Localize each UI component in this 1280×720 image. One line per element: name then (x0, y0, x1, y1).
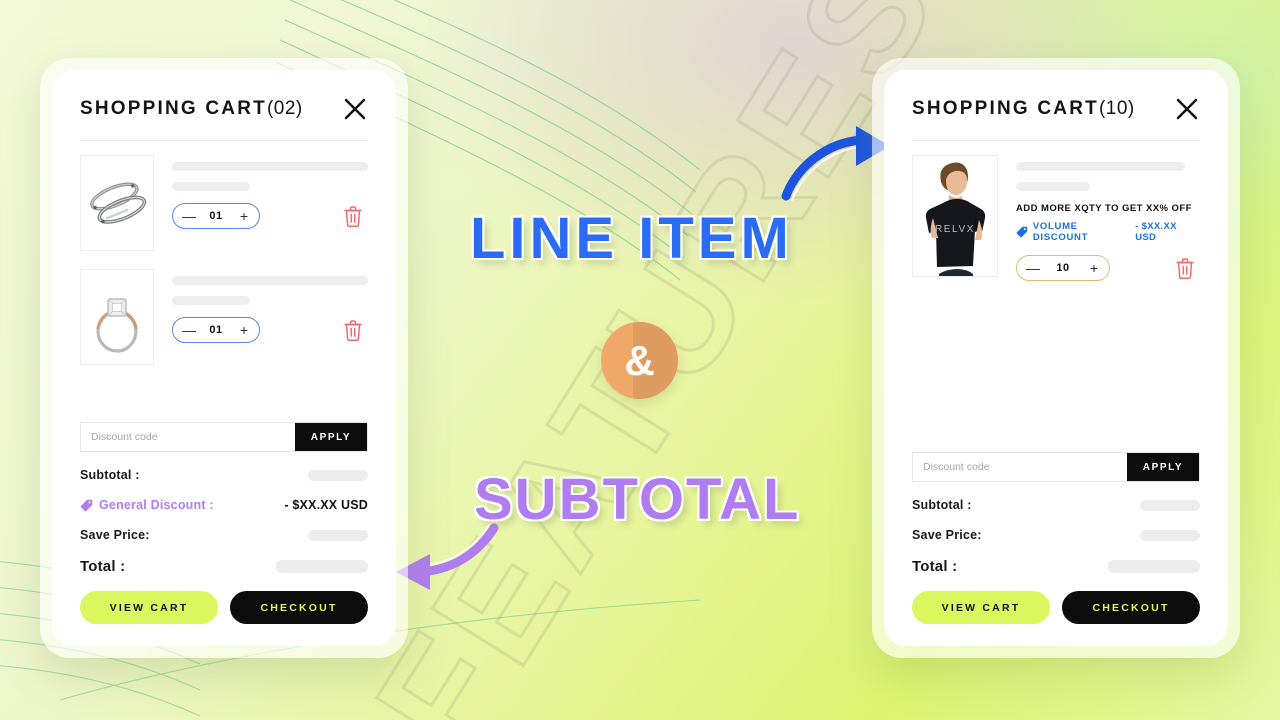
decrease-quantity-button[interactable]: — (1026, 261, 1040, 275)
product-title-placeholder (1016, 162, 1186, 171)
checkout-button[interactable]: CHECKOUT (1062, 591, 1200, 624)
trash-icon[interactable] (1176, 257, 1194, 279)
decrease-quantity-button[interactable]: — (182, 323, 196, 337)
right-title-text: SHOPPING CART (912, 98, 1099, 119)
subtotal-value-placeholder (308, 469, 368, 481)
product-variant-placeholder (172, 182, 251, 191)
product-variant-placeholder (172, 296, 251, 305)
general-discount-value: - $XX.XX USD (284, 498, 368, 512)
totals-row-subtotal: Subtotal : (80, 468, 368, 482)
quantity-value: 01 (209, 324, 223, 336)
totals-row-total: Total : (912, 558, 1200, 575)
discount-code-row: APPLY (912, 452, 1200, 482)
quantity-stepper[interactable]: — 01 + (172, 317, 260, 343)
left-card-header: SHOPPING CART(02) (64, 86, 384, 140)
subtotal-label: Subtotal : (80, 468, 140, 482)
callout-subtotal: SUBTOTAL (474, 467, 801, 532)
left-cart-footer: APPLY Subtotal : General Discount : - $X… (64, 422, 384, 634)
left-page-title: SHOPPING CART(02) (80, 98, 303, 120)
totals-row-save-price: Save Price: (80, 528, 368, 542)
trash-icon[interactable] (344, 319, 362, 341)
volume-discount-label: VOLUME DISCOUNT (1032, 221, 1089, 243)
totals-row-total: Total : (80, 558, 368, 575)
discount-code-input[interactable] (81, 423, 295, 451)
subtotal-label: Subtotal : (912, 498, 972, 512)
total-label: Total : (80, 558, 126, 575)
left-cart-card: SHOPPING CART(02) — 01 + — 01 + Discount… (40, 58, 408, 658)
product-thumbnail-tshirt-model[interactable]: RELVX (912, 155, 998, 277)
quantity-value: 10 (1056, 262, 1070, 274)
promo-canvas: FEATURES LINE ITEM SUBTOTAL & SHOPPING C… (0, 0, 1280, 720)
quantity-stepper[interactable]: — 10 + (1016, 255, 1110, 281)
right-cta-row: VIEW CART CHECKOUT (912, 591, 1200, 624)
ampersand-glyph: & (624, 336, 655, 384)
tag-icon (80, 499, 93, 511)
discount-code-row: APPLY (80, 422, 368, 452)
table-row: RELVX ADD MORE XQTY TO GET XX% OFF VOLUM… (912, 155, 1200, 281)
table-row: — 01 + (80, 269, 368, 365)
quantity-stepper[interactable]: — 01 + (172, 203, 260, 229)
right-item-count: (10) (1098, 98, 1135, 119)
volume-promo-text: ADD MORE XQTY TO GET XX% OFF (1016, 203, 1192, 214)
totals-row-save-price: Save Price: (912, 528, 1200, 542)
increase-quantity-button[interactable]: + (238, 323, 250, 337)
discount-code-input[interactable] (913, 453, 1127, 481)
right-cart-footer: APPLY Subtotal : Save Price: Total : VIE… (896, 452, 1216, 634)
close-icon[interactable] (1174, 96, 1200, 122)
checkout-button[interactable]: CHECKOUT (230, 591, 368, 624)
total-value-placeholder (1108, 560, 1200, 573)
view-cart-button[interactable]: VIEW CART (80, 591, 218, 624)
tag-icon (1016, 226, 1028, 238)
product-thumbnail-solitaire-ring[interactable] (80, 269, 154, 365)
save-price-value-placeholder (1140, 529, 1200, 541)
subtotal-value-placeholder (1140, 499, 1200, 511)
totals-row-subtotal: Subtotal : (912, 498, 1200, 512)
close-icon[interactable] (342, 96, 368, 122)
right-cart-card: SHOPPING CART(10) RELVX ADD MORE XQTY TO… (872, 58, 1240, 658)
volume-discount-amount: - $XX.XX USD (1135, 221, 1177, 243)
trash-icon[interactable] (344, 205, 362, 227)
left-title-text: SHOPPING CART (80, 98, 267, 119)
product-title-placeholder (172, 276, 368, 285)
general-discount-text: General Discount : (99, 498, 214, 512)
decrease-quantity-button[interactable]: — (182, 209, 196, 223)
save-price-label: Save Price: (912, 528, 982, 542)
left-line-items: — 01 + — 01 + (64, 141, 384, 422)
ampersand-badge: & (601, 322, 678, 399)
general-discount-label: General Discount : (80, 498, 214, 512)
total-value-placeholder (276, 560, 368, 573)
totals-row-general-discount: General Discount : - $XX.XX USD (80, 498, 368, 512)
volume-discount-row: VOLUME DISCOUNT - $XX.XX USD (1016, 221, 1200, 243)
increase-quantity-button[interactable]: + (238, 209, 250, 223)
total-label: Total : (912, 558, 958, 575)
right-card-header: SHOPPING CART(10) (896, 86, 1216, 140)
table-row: — 01 + (80, 155, 368, 251)
save-price-value-placeholder (308, 529, 368, 541)
increase-quantity-button[interactable]: + (1088, 261, 1100, 275)
right-page-title: SHOPPING CART(10) (912, 98, 1135, 120)
right-line-items: RELVX ADD MORE XQTY TO GET XX% OFF VOLUM… (896, 141, 1216, 452)
view-cart-button[interactable]: VIEW CART (912, 591, 1050, 624)
product-variant-placeholder (1016, 182, 1090, 191)
left-cta-row: VIEW CART CHECKOUT (80, 591, 368, 624)
quantity-value: 01 (209, 210, 223, 222)
callout-line-item: LINE ITEM (470, 206, 793, 271)
svg-text:RELVX: RELVX (935, 224, 975, 235)
left-item-count: (02) (266, 98, 303, 119)
product-title-placeholder (172, 162, 368, 171)
apply-discount-button[interactable]: APPLY (1127, 453, 1199, 481)
product-thumbnail-silver-rings[interactable] (80, 155, 154, 251)
save-price-label: Save Price: (80, 528, 150, 542)
apply-discount-button[interactable]: APPLY (295, 423, 367, 451)
